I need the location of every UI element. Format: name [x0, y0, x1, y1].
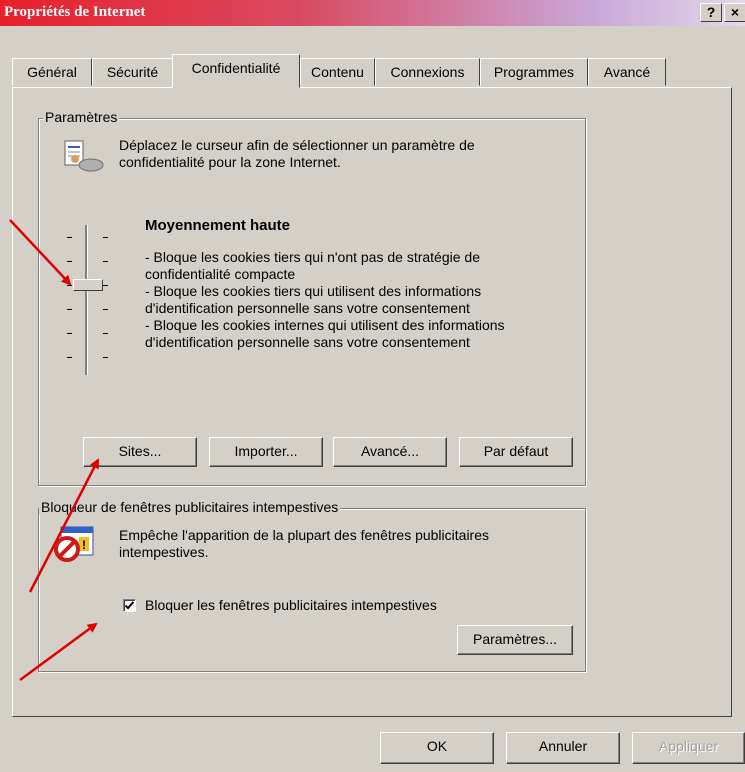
default-button[interactable]: Par défaut	[459, 437, 573, 467]
import-button[interactable]: Importer...	[209, 437, 323, 467]
settings-description: Déplacez le curseur afin de sélectionner…	[119, 137, 475, 170]
block-popups-checkbox[interactable]	[123, 599, 136, 612]
tab-advanced[interactable]: Avancé	[588, 58, 666, 86]
cancel-button[interactable]: Annuler	[506, 732, 620, 764]
slider-thumb[interactable]	[73, 279, 103, 291]
apply-button[interactable]: Appliquer	[632, 732, 745, 764]
tab-privacy[interactable]: Confidentialité	[172, 54, 300, 88]
privacy-level-description: - Bloque les cookies tiers qui n'ont pas…	[145, 249, 575, 351]
checkmark-icon	[124, 601, 135, 610]
tab-content[interactable]: Contenu	[300, 58, 375, 86]
popup-blocker-description: Empêche l'apparition de la plupart des f…	[119, 527, 490, 560]
advanced-button[interactable]: Avancé...	[333, 437, 447, 467]
block-popups-label[interactable]: Bloquer les fenêtres publicitaires intem…	[145, 597, 437, 614]
slider-track	[85, 225, 87, 375]
settings-group: Paramètres Déplacez le curseur afin de s…	[38, 109, 586, 486]
level-line: - Bloque les cookies tiers qui n'ont pas…	[145, 249, 480, 265]
level-line: d'identification personnelle sans votre …	[145, 300, 470, 316]
popup-blocker-icon: !	[54, 526, 94, 562]
popup-blocker-group: Bloqueur de fenêtres publicitaires intem…	[38, 499, 586, 672]
level-line: - Bloque les cookies tiers qui utilisent…	[145, 283, 482, 299]
ok-button[interactable]: OK	[380, 732, 494, 764]
tab-general[interactable]: Général	[12, 58, 92, 86]
tab-connections[interactable]: Connexions	[375, 58, 480, 86]
level-line: confidentialité compacte	[145, 266, 296, 282]
title-bar: Propriétés de Internet ? ×	[0, 0, 745, 26]
popup-settings-button[interactable]: Paramètres...	[457, 625, 573, 655]
level-line: d'identification personnelle sans votre …	[145, 334, 470, 350]
privacy-icon	[64, 140, 104, 172]
tab-security[interactable]: Sécurité	[92, 58, 173, 86]
window-title: Propriétés de Internet	[4, 4, 146, 20]
popup-blocker-group-label: Bloqueur de fenêtres publicitaires intem…	[39, 499, 341, 515]
close-button[interactable]: ×	[724, 3, 745, 22]
svg-text:!: !	[82, 538, 86, 552]
privacy-level-title: Moyennement haute	[145, 217, 291, 234]
help-button[interactable]: ?	[700, 3, 722, 22]
level-line: - Bloque les cookies internes qui utilis…	[145, 317, 505, 333]
tab-programs[interactable]: Programmes	[480, 58, 588, 86]
settings-group-label: Paramètres	[43, 109, 120, 125]
sites-button[interactable]: Sites...	[83, 437, 197, 467]
